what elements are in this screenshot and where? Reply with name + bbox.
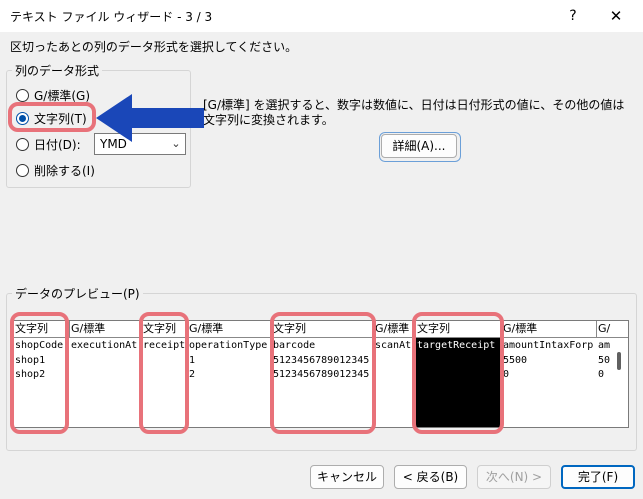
close-icon[interactable]: ✕ bbox=[596, 0, 636, 32]
next-button[interactable]: 次へ(N) > bbox=[477, 465, 551, 489]
preview-cell: 1 bbox=[189, 354, 196, 366]
highlight-column bbox=[139, 312, 189, 434]
highlight-column bbox=[412, 312, 504, 434]
preview-cell: executionAt bbox=[71, 340, 138, 351]
radio-skip[interactable]: 削除する(I) bbox=[16, 161, 95, 179]
column-format-legend: 列のデータ形式 bbox=[12, 62, 103, 79]
preview-cell: scanAt bbox=[375, 340, 412, 351]
preview-cell: 0 bbox=[598, 369, 605, 380]
back-button[interactable]: < 戻る(B) bbox=[394, 465, 467, 489]
preview-cell bbox=[374, 353, 416, 368]
column-header[interactable]: G/標準 bbox=[70, 321, 142, 338]
radio-button[interactable] bbox=[16, 163, 29, 177]
preview-column[interactable]: G/ am 50 0 bbox=[597, 321, 628, 427]
radio-date-label: 日付(D): bbox=[34, 137, 81, 152]
radio-general-label: G/標準(G) bbox=[34, 88, 91, 103]
cancel-button[interactable]: キャンセル bbox=[310, 465, 384, 489]
instruction-text: 区切ったあとの列のデータ形式を選択してください。 bbox=[10, 40, 298, 54]
title-bar: テキスト ファイル ウィザード - 3 / 3 ? ✕ bbox=[0, 0, 643, 32]
preview-cell: 0 bbox=[503, 369, 510, 380]
help-icon[interactable]: ? bbox=[555, 0, 591, 32]
radio-button[interactable] bbox=[16, 88, 29, 102]
column-header[interactable]: G/標準 bbox=[188, 321, 272, 338]
preview-cell: amountIntaxForp bbox=[503, 340, 594, 351]
finish-button[interactable]: 完了(F) bbox=[561, 465, 635, 489]
annotation-arrow-icon bbox=[96, 94, 204, 142]
preview-column[interactable]: G/標準 amountIntaxForp 5500 0 bbox=[502, 321, 597, 427]
preview-cell bbox=[374, 367, 416, 382]
preview-scrollbar[interactable] bbox=[617, 352, 621, 370]
preview-cell: operationType bbox=[189, 340, 268, 351]
radio-button[interactable] bbox=[16, 137, 29, 151]
highlight-text-radio bbox=[8, 102, 96, 132]
highlight-column bbox=[270, 312, 376, 434]
preview-cell: 50 bbox=[598, 354, 611, 366]
preview-column[interactable]: G/標準 executionAt bbox=[70, 321, 142, 427]
preview-cell: am bbox=[598, 340, 611, 351]
radio-date[interactable]: 日付(D): bbox=[16, 135, 81, 153]
preview-cell: 5500 bbox=[503, 354, 528, 366]
radio-skip-label: 削除する(I) bbox=[34, 163, 95, 178]
column-header[interactable]: G/標準 bbox=[374, 321, 416, 338]
column-header[interactable]: G/標準 bbox=[502, 321, 597, 338]
preview-cell bbox=[70, 353, 142, 368]
highlight-column bbox=[10, 312, 69, 434]
advanced-button[interactable]: 詳細(A)... bbox=[379, 132, 461, 162]
format-description: [G/標準] を選択すると、数字は数値に、日付は日付形式の値に、その他の値は文字… bbox=[203, 98, 625, 127]
window-title: テキスト ファイル ウィザード - 3 / 3 bbox=[10, 10, 213, 24]
preview-cell bbox=[70, 367, 142, 382]
preview-cell: 2 bbox=[189, 369, 196, 380]
preview-column[interactable]: G/標準 operationType 1 2 bbox=[188, 321, 272, 427]
data-preview-legend: データのプレビュー(P) bbox=[12, 285, 143, 302]
preview-column[interactable]: G/標準 scanAt bbox=[374, 321, 416, 427]
column-header[interactable]: G/ bbox=[597, 321, 628, 338]
